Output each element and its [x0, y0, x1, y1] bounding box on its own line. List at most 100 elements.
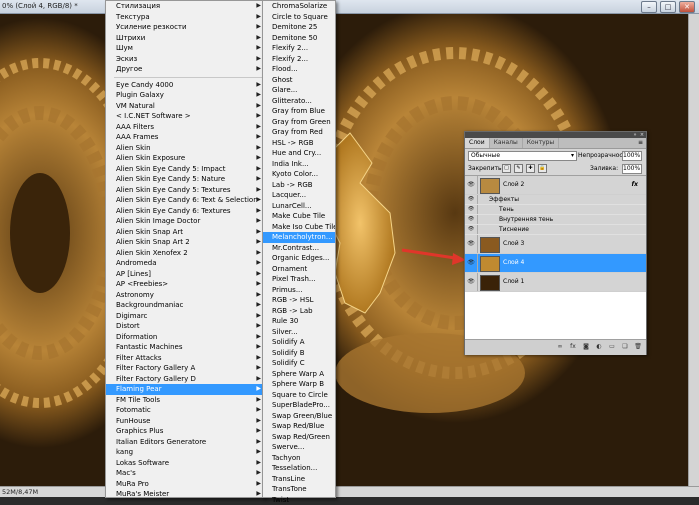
flaming-pear-item[interactable]: Make Cube Tile	[263, 211, 335, 222]
filter-menu-item[interactable]: Distort▶	[106, 321, 264, 332]
effect-row[interactable]: 👁 Внутренняя тень	[465, 215, 646, 225]
filter-menu-item[interactable]: Текстура▶	[106, 12, 264, 23]
filter-menu-item[interactable]: Alien Skin Exposure▶	[106, 153, 264, 164]
effect-row[interactable]: 👁 Тень	[465, 205, 646, 215]
flaming-pear-item[interactable]: Tachyon	[263, 453, 335, 464]
flaming-pear-item[interactable]: SuperBladePro...	[263, 400, 335, 411]
filter-menu-item[interactable]: Шум▶	[106, 43, 264, 54]
filter-menu-item[interactable]: Lokas Software▶	[106, 458, 264, 469]
flaming-pear-item[interactable]: Flexify 2...	[263, 54, 335, 65]
eye-icon[interactable]: 👁	[465, 215, 478, 224]
link-layers-icon[interactable]: ∞	[556, 343, 564, 351]
flaming-pear-item[interactable]: Demitone 50	[263, 33, 335, 44]
flaming-pear-item[interactable]: India Ink...	[263, 159, 335, 170]
eye-icon[interactable]: 👁	[465, 254, 478, 272]
filter-menu-item[interactable]: Backgroundmaniac▶	[106, 300, 264, 311]
flaming-pear-item[interactable]: Swap Red/Green	[263, 432, 335, 443]
flaming-pear-item[interactable]: Primus...	[263, 285, 335, 296]
filter-menu-item[interactable]: MuRa Pro▶	[106, 479, 264, 490]
flaming-pear-item-selected[interactable]: Melancholytron...	[263, 232, 335, 243]
filter-menu-item[interactable]: Стилизация▶	[106, 1, 264, 12]
filter-menu-item[interactable]: Alien Skin▶	[106, 143, 264, 154]
filter-menu-item[interactable]: FunHouse▶	[106, 416, 264, 427]
flaming-pear-item[interactable]: TransLine	[263, 474, 335, 485]
panel-titlebar[interactable]: » ×	[465, 132, 646, 138]
minimize-button[interactable]: –	[641, 1, 657, 13]
flaming-pear-item[interactable]: Glitterato...	[263, 96, 335, 107]
flaming-pear-item[interactable]: Twist	[263, 495, 335, 505]
flaming-pear-item[interactable]: HSL -> RGB	[263, 138, 335, 149]
flaming-pear-item[interactable]: Gray from Blue	[263, 106, 335, 117]
trash-icon[interactable]: 🗑	[634, 343, 642, 351]
filter-menu-item[interactable]: AAA Frames▶	[106, 132, 264, 143]
collapse-icon[interactable]: »	[632, 132, 638, 138]
flaming-pear-item[interactable]: Rule 30	[263, 316, 335, 327]
filter-menu-item[interactable]: AAA Filters▶	[106, 122, 264, 133]
filter-menu-item[interactable]: Andromeda▶	[106, 258, 264, 269]
flaming-pear-item[interactable]: Circle to Square	[263, 12, 335, 23]
fx-badge[interactable]: fx	[632, 176, 638, 194]
filter-menu-item[interactable]: Eye Candy 4000▶	[106, 80, 264, 91]
flaming-pear-item[interactable]: Hue and Cry...	[263, 148, 335, 159]
filter-menu-item[interactable]: Усиление резкости▶	[106, 22, 264, 33]
flaming-pear-item[interactable]: Silver...	[263, 327, 335, 338]
eye-icon[interactable]: 👁	[465, 273, 478, 291]
filter-menu-item[interactable]: MuRa's Meister▶	[106, 489, 264, 500]
flaming-pear-item[interactable]: Kyoto Color...	[263, 169, 335, 180]
new-group-icon[interactable]: ▭	[608, 343, 616, 351]
flaming-pear-item[interactable]: Glare...	[263, 85, 335, 96]
flaming-pear-item[interactable]: ChromaSolarize	[263, 1, 335, 12]
flaming-pear-item[interactable]: Gray from Green	[263, 117, 335, 128]
filter-menu-item[interactable]: Alien Skin Snap Art▶	[106, 227, 264, 238]
new-layer-icon[interactable]: ❏	[621, 343, 629, 351]
filter-menu-item[interactable]: kang▶	[106, 447, 264, 458]
lock-position-icon[interactable]: ✚	[526, 164, 535, 173]
filter-menu-item[interactable]: Fantastic Machines▶	[106, 342, 264, 353]
blend-mode-select[interactable]: Обычные ▾	[468, 151, 577, 161]
adjustment-layer-icon[interactable]: ◐	[595, 343, 603, 351]
flaming-pear-item[interactable]: Solidify B	[263, 348, 335, 359]
filter-menu-item[interactable]: Alien Skin Eye Candy 6: Textures▶	[106, 206, 264, 217]
flaming-pear-item[interactable]: Lacquer...	[263, 190, 335, 201]
filter-menu-item[interactable]: Другое▶	[106, 64, 264, 75]
flaming-pear-item[interactable]: Pixel Trash...	[263, 274, 335, 285]
filter-menu-item[interactable]: Alien Skin Eye Candy 6: Text & Selection…	[106, 195, 264, 206]
filter-menu-item[interactable]: < I.C.NET Software >▶	[106, 111, 264, 122]
eye-icon[interactable]: 👁	[465, 176, 478, 194]
lock-transparency-icon[interactable]: □	[502, 164, 511, 173]
opacity-field[interactable]: 100%	[622, 151, 642, 161]
eye-icon[interactable]: 👁	[465, 225, 478, 234]
flaming-pear-item[interactable]: Swerve...	[263, 442, 335, 453]
filter-menu-item[interactable]: Plugin Galaxy▶	[106, 90, 264, 101]
flaming-pear-item[interactable]: Swap Green/Blue	[263, 411, 335, 422]
close-button[interactable]: ✕	[679, 1, 695, 13]
layer-row[interactable]: 👁 Слой 2 fx	[465, 176, 646, 195]
tab-layers[interactable]: Слои	[465, 138, 490, 148]
filter-menu-item[interactable]: Astronomy▶	[106, 290, 264, 301]
flaming-pear-item[interactable]: Flood...	[263, 64, 335, 75]
flaming-pear-item[interactable]: Ghost	[263, 75, 335, 86]
filter-menu-item[interactable]: Alien Skin Snap Art 2▶	[106, 237, 264, 248]
vertical-scrollbar[interactable]	[688, 14, 699, 486]
flaming-pear-item[interactable]: Gray from Red	[263, 127, 335, 138]
flaming-pear-item[interactable]: LunarCell...	[263, 201, 335, 212]
filter-menu-item[interactable]: Alien Skin Eye Candy 5: Textures▶	[106, 185, 264, 196]
flaming-pear-item[interactable]: Sphere Warp B	[263, 379, 335, 390]
add-style-icon[interactable]: fx	[569, 343, 577, 351]
filter-menu-item[interactable]: Digimarc▶	[106, 311, 264, 322]
add-mask-icon[interactable]: ◙	[582, 343, 590, 351]
filter-menu-item[interactable]: Diformation▶	[106, 332, 264, 343]
flaming-pear-item[interactable]: Ornament	[263, 264, 335, 275]
tab-paths[interactable]: Контуры	[523, 138, 559, 148]
tab-channels[interactable]: Каналы	[490, 138, 523, 148]
filter-menu-item[interactable]: Filter Attacks▶	[106, 353, 264, 364]
filter-menu-item[interactable]: Filter Factory Gallery A▶	[106, 363, 264, 374]
layer-row[interactable]: 👁 Слой 1	[465, 273, 646, 292]
filter-menu-item[interactable]: Italian Editors Generatore▶	[106, 437, 264, 448]
filter-menu-item[interactable]: Alien Skin Eye Candy 5: Nature▶	[106, 174, 264, 185]
filter-menu-item[interactable]: Mac's▶	[106, 468, 264, 479]
flaming-pear-item[interactable]: TransTone	[263, 484, 335, 495]
flaming-pear-item[interactable]: Lab -> RGB	[263, 180, 335, 191]
effects-header[interactable]: 👁 Эффекты	[465, 195, 646, 205]
flaming-pear-item[interactable]: RGB -> Lab	[263, 306, 335, 317]
